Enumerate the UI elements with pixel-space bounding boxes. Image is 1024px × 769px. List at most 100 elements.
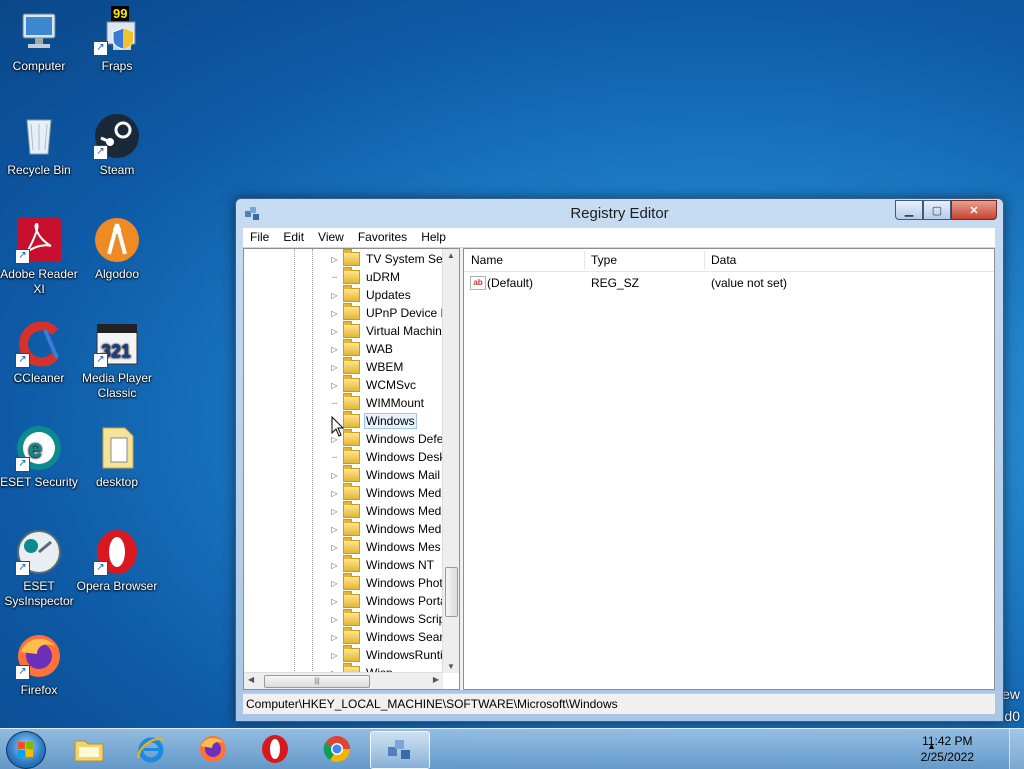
maximize-button[interactable]: ▢ <box>923 200 951 220</box>
expand-arrow-icon[interactable]: ▷ <box>330 471 339 480</box>
column-header-name[interactable]: Name <box>471 253 503 267</box>
algodoo-icon <box>93 216 141 264</box>
tree-item[interactable]: ▷ UPnP Device H <box>330 303 451 322</box>
column-header-data[interactable]: Data <box>711 253 736 267</box>
steam-icon: ↗ <box>93 112 141 160</box>
tree-item-label: Windows Phot <box>366 576 443 590</box>
desktop-icon-ccleaner[interactable]: ↗ CCleaner <box>0 320 81 386</box>
desktop-icon-computer[interactable]: Computer <box>0 8 81 74</box>
menu-favorites[interactable]: Favorites <box>351 228 414 247</box>
tree-item[interactable]: ▷ Windows Mail <box>330 465 442 484</box>
expand-arrow-icon[interactable]: ▷ <box>330 543 339 552</box>
desktop-icon-recycle-bin[interactable]: Recycle Bin <box>0 112 81 178</box>
shortcut-arrow-icon: ↗ <box>15 561 30 576</box>
tree-item[interactable]: ▷ WCMSvc <box>330 375 418 394</box>
menu-file[interactable]: File <box>243 228 276 247</box>
taskbar-registry-editor[interactable] <box>370 731 430 769</box>
expand-arrow-icon[interactable]: ▷ <box>330 381 339 390</box>
taskbar-firefox[interactable] <box>184 731 242 767</box>
tree-horizontal-scrollbar[interactable]: ◀ ||| ▶ <box>244 672 443 689</box>
desktop-icon-label: desktop <box>95 475 139 489</box>
expand-arrow-icon[interactable]: ▷ <box>330 579 339 588</box>
scrollbar-thumb[interactable]: ||| <box>264 675 370 688</box>
expand-arrow-icon[interactable]: ▷ <box>330 309 339 318</box>
tree-item-label: Windows Desk <box>366 450 446 464</box>
expand-arrow-icon[interactable]: ▷ <box>330 327 339 336</box>
column-divider[interactable] <box>704 251 705 269</box>
expand-arrow-icon[interactable]: ▷ <box>330 507 339 516</box>
menu-help[interactable]: Help <box>414 228 453 247</box>
value-row[interactable]: ab (Default) REG_SZ (value not set) <box>464 275 994 293</box>
tree-item[interactable]: ┈ WIMMount <box>330 393 426 412</box>
tree-item[interactable]: ▷ Windows Mes <box>330 537 443 556</box>
tree-item[interactable]: ┈ Windows Desk <box>330 447 447 466</box>
expand-arrow-icon[interactable]: ▷ <box>330 615 339 624</box>
expand-arrow-icon[interactable]: ▷ <box>330 291 339 300</box>
scrollbar-thumb[interactable] <box>445 567 458 617</box>
desktop-icon-algodoo[interactable]: Algodoo <box>75 216 159 282</box>
tree-item[interactable]: ▷ WindowsRunti <box>330 645 445 664</box>
column-divider[interactable] <box>584 251 585 269</box>
tree-item[interactable]: ▷ WAB <box>330 339 395 358</box>
start-button[interactable] <box>6 731 46 769</box>
expand-arrow-icon[interactable]: ▷ <box>330 489 339 498</box>
clock[interactable]: 11:42 PM 2/25/2022 <box>921 733 974 765</box>
taskbar-file-explorer[interactable] <box>60 731 118 767</box>
shortcut-arrow-icon: ↗ <box>15 249 30 264</box>
scroll-up-icon[interactable]: ▲ <box>443 251 459 260</box>
tree-item[interactable]: ▷ Windows Porta <box>330 591 449 610</box>
desktop-icon-label: Adobe Reader XI <box>0 267 78 296</box>
tree-item[interactable]: ▷ Windows Scrip <box>330 609 447 628</box>
taskbar-internet-explorer[interactable] <box>122 731 180 767</box>
desktop-icon-adobe-reader[interactable]: ↗ Adobe Reader XI <box>0 216 81 297</box>
tree-item[interactable]: ▷ Updates <box>330 285 413 304</box>
computer-icon <box>15 8 63 56</box>
tree-item[interactable]: ▷ Windows Med <box>330 483 443 502</box>
menu-edit[interactable]: Edit <box>276 228 311 247</box>
desktop-icon-eset-sysinspector[interactable]: ↗ ESET SysInspector <box>0 528 81 609</box>
registry-tree[interactable]: ▷ TV System Ser ┈ uDRM ▷ Updates ▷ UPnP Device … <box>243 248 460 690</box>
expand-arrow-icon[interactable]: ▷ <box>330 651 339 660</box>
expand-arrow-icon[interactable]: ▷ <box>330 255 339 264</box>
tree-item[interactable]: ▷ Virtual Machin <box>330 321 444 340</box>
show-desktop-button[interactable] <box>1009 729 1024 769</box>
title-bar[interactable]: Registry Editor ▁ ▢ ✕ <box>236 199 1003 227</box>
tree-item[interactable]: ▷ Windows Med <box>330 519 443 538</box>
tree-item[interactable]: ▷ WBEM <box>330 357 405 376</box>
desktop-icon-label: Steam <box>99 163 135 177</box>
ccleaner-icon: ↗ <box>15 320 63 368</box>
tree-item[interactable]: ┈ uDRM <box>330 267 402 286</box>
tree-item[interactable]: ▷ Windows Sear <box>330 627 445 646</box>
desktop-icon-eset-security[interactable]: e ↗ ESET Security <box>0 424 81 490</box>
desktop-icon-fraps[interactable]: 99 ↗ Fraps <box>75 6 159 74</box>
taskbar-opera[interactable] <box>246 731 304 767</box>
scroll-left-icon[interactable]: ◀ <box>248 675 254 684</box>
desktop-icon-steam[interactable]: ↗ Steam <box>75 112 159 178</box>
minimize-button[interactable]: ▁ <box>895 200 923 220</box>
desktop-icon-media-player-classic[interactable]: 321 ↗ Media Player Classic <box>75 320 159 401</box>
expand-arrow-icon[interactable]: ▷ <box>330 363 339 372</box>
tree-item[interactable]: ▷ Windows Defe <box>330 429 445 448</box>
tree-item[interactable]: ▷ Windows Med <box>330 501 443 520</box>
tree-item[interactable]: ▷ Windows Phot <box>330 573 445 592</box>
tree-item[interactable]: ▷ TV System Ser <box>330 249 449 268</box>
scroll-right-icon[interactable]: ▶ <box>433 675 439 684</box>
values-list[interactable]: Name Type Data ab (Default) REG_SZ (valu… <box>463 248 995 690</box>
desktop-icon-firefox[interactable]: ↗ Firefox <box>0 632 81 698</box>
column-header-type[interactable]: Type <box>591 253 617 267</box>
taskbar-chrome[interactable] <box>308 731 366 767</box>
tree-item-label: WAB <box>366 342 393 356</box>
expand-arrow-icon[interactable]: ▷ <box>330 345 339 354</box>
expand-arrow-icon[interactable]: ▷ <box>330 525 339 534</box>
scroll-down-icon[interactable]: ▼ <box>443 662 459 671</box>
expand-arrow-icon[interactable]: ▷ <box>330 633 339 642</box>
desktop-icon-opera[interactable]: ↗ Opera Browser <box>75 528 159 594</box>
expand-arrow-icon[interactable]: ▷ <box>330 597 339 606</box>
menu-view[interactable]: View <box>311 228 351 247</box>
tree-item[interactable]: ▷ Windows NT <box>330 555 436 574</box>
desktop-icon-desktop-folder[interactable]: desktop <box>75 424 159 490</box>
expand-arrow-icon[interactable]: ▷ <box>330 561 339 570</box>
registry-editor-window[interactable]: Registry Editor ▁ ▢ ✕ File Edit View Fav… <box>235 198 1004 722</box>
close-button[interactable]: ✕ <box>951 200 997 220</box>
tree-vertical-scrollbar[interactable]: ▲ ▼ <box>442 249 459 673</box>
